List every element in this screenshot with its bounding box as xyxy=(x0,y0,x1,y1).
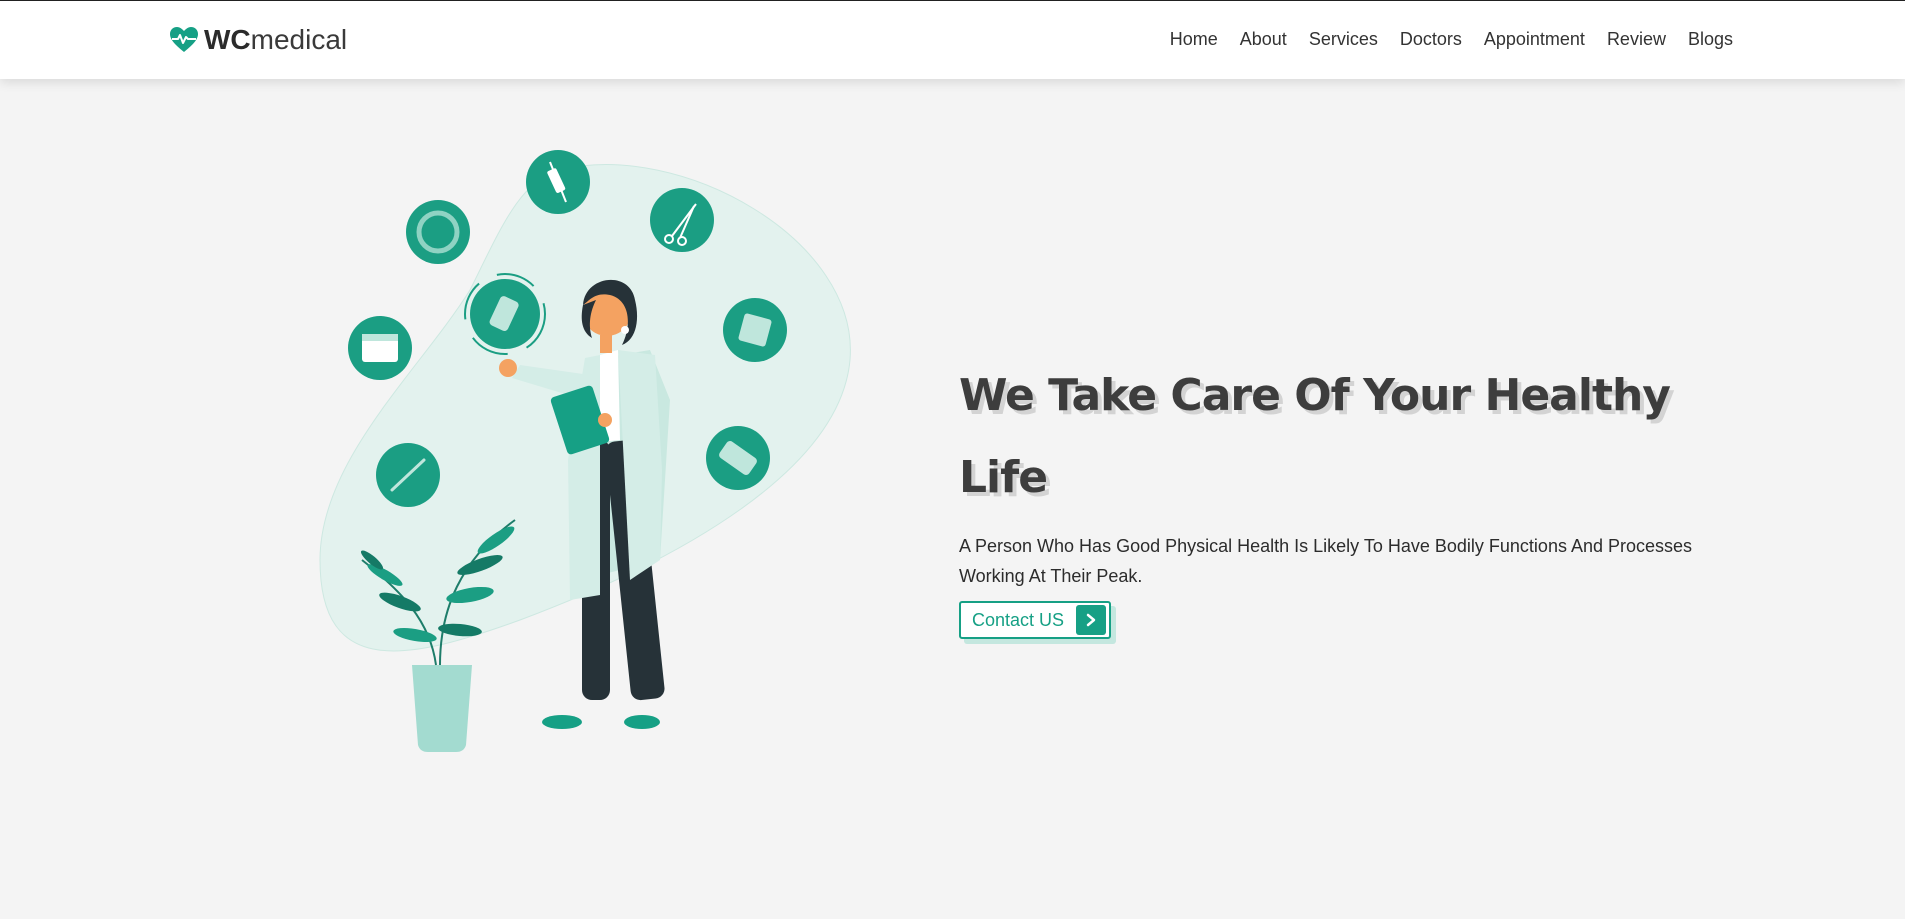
hero-description: A Person Who Has Good Physical Health Is… xyxy=(959,536,1693,586)
hero-section: We Take Care Of Your Healthy Life A Pers… xyxy=(959,355,1719,639)
nav-doctors[interactable]: Doctors xyxy=(1400,29,1462,50)
pills-icon xyxy=(706,426,770,490)
contact-us-button[interactable]: Contact US xyxy=(959,601,1112,639)
scissors-icon xyxy=(650,188,714,252)
gauze-icon xyxy=(723,298,787,362)
hero-title-line2: Life xyxy=(959,452,1048,503)
nav-services[interactable]: Services xyxy=(1309,29,1378,50)
nav-review[interactable]: Review xyxy=(1607,29,1666,50)
brand-name-light: medical xyxy=(250,24,348,55)
brand-name-bold: WC xyxy=(204,24,251,55)
hero-illustration xyxy=(300,140,880,760)
contact-us-label: Contact US xyxy=(972,609,1065,630)
chevron-right-icon xyxy=(1076,605,1107,635)
main-nav: Home About Services Doctors Appointment … xyxy=(1170,29,1733,50)
thermometer-icon xyxy=(376,443,440,507)
nav-appointment[interactable]: Appointment xyxy=(1484,29,1585,50)
bandage-icon xyxy=(464,273,546,355)
heart-pulse-icon xyxy=(170,27,198,53)
ring-icon xyxy=(406,200,470,264)
nav-home[interactable]: Home xyxy=(1170,29,1218,50)
hero-title: We Take Care Of Your Healthy Life xyxy=(959,355,1719,519)
site-header: WCmedical Home About Services Doctors Ap… xyxy=(0,1,1905,79)
nav-blogs[interactable]: Blogs xyxy=(1688,29,1733,50)
calendar-icon xyxy=(348,316,412,380)
hero-title-line1: We Take Care Of Your Healthy xyxy=(959,370,1671,421)
brand-logo[interactable]: WCmedical xyxy=(170,23,347,57)
nav-about[interactable]: About xyxy=(1240,29,1287,50)
syringe-icon xyxy=(526,150,590,214)
